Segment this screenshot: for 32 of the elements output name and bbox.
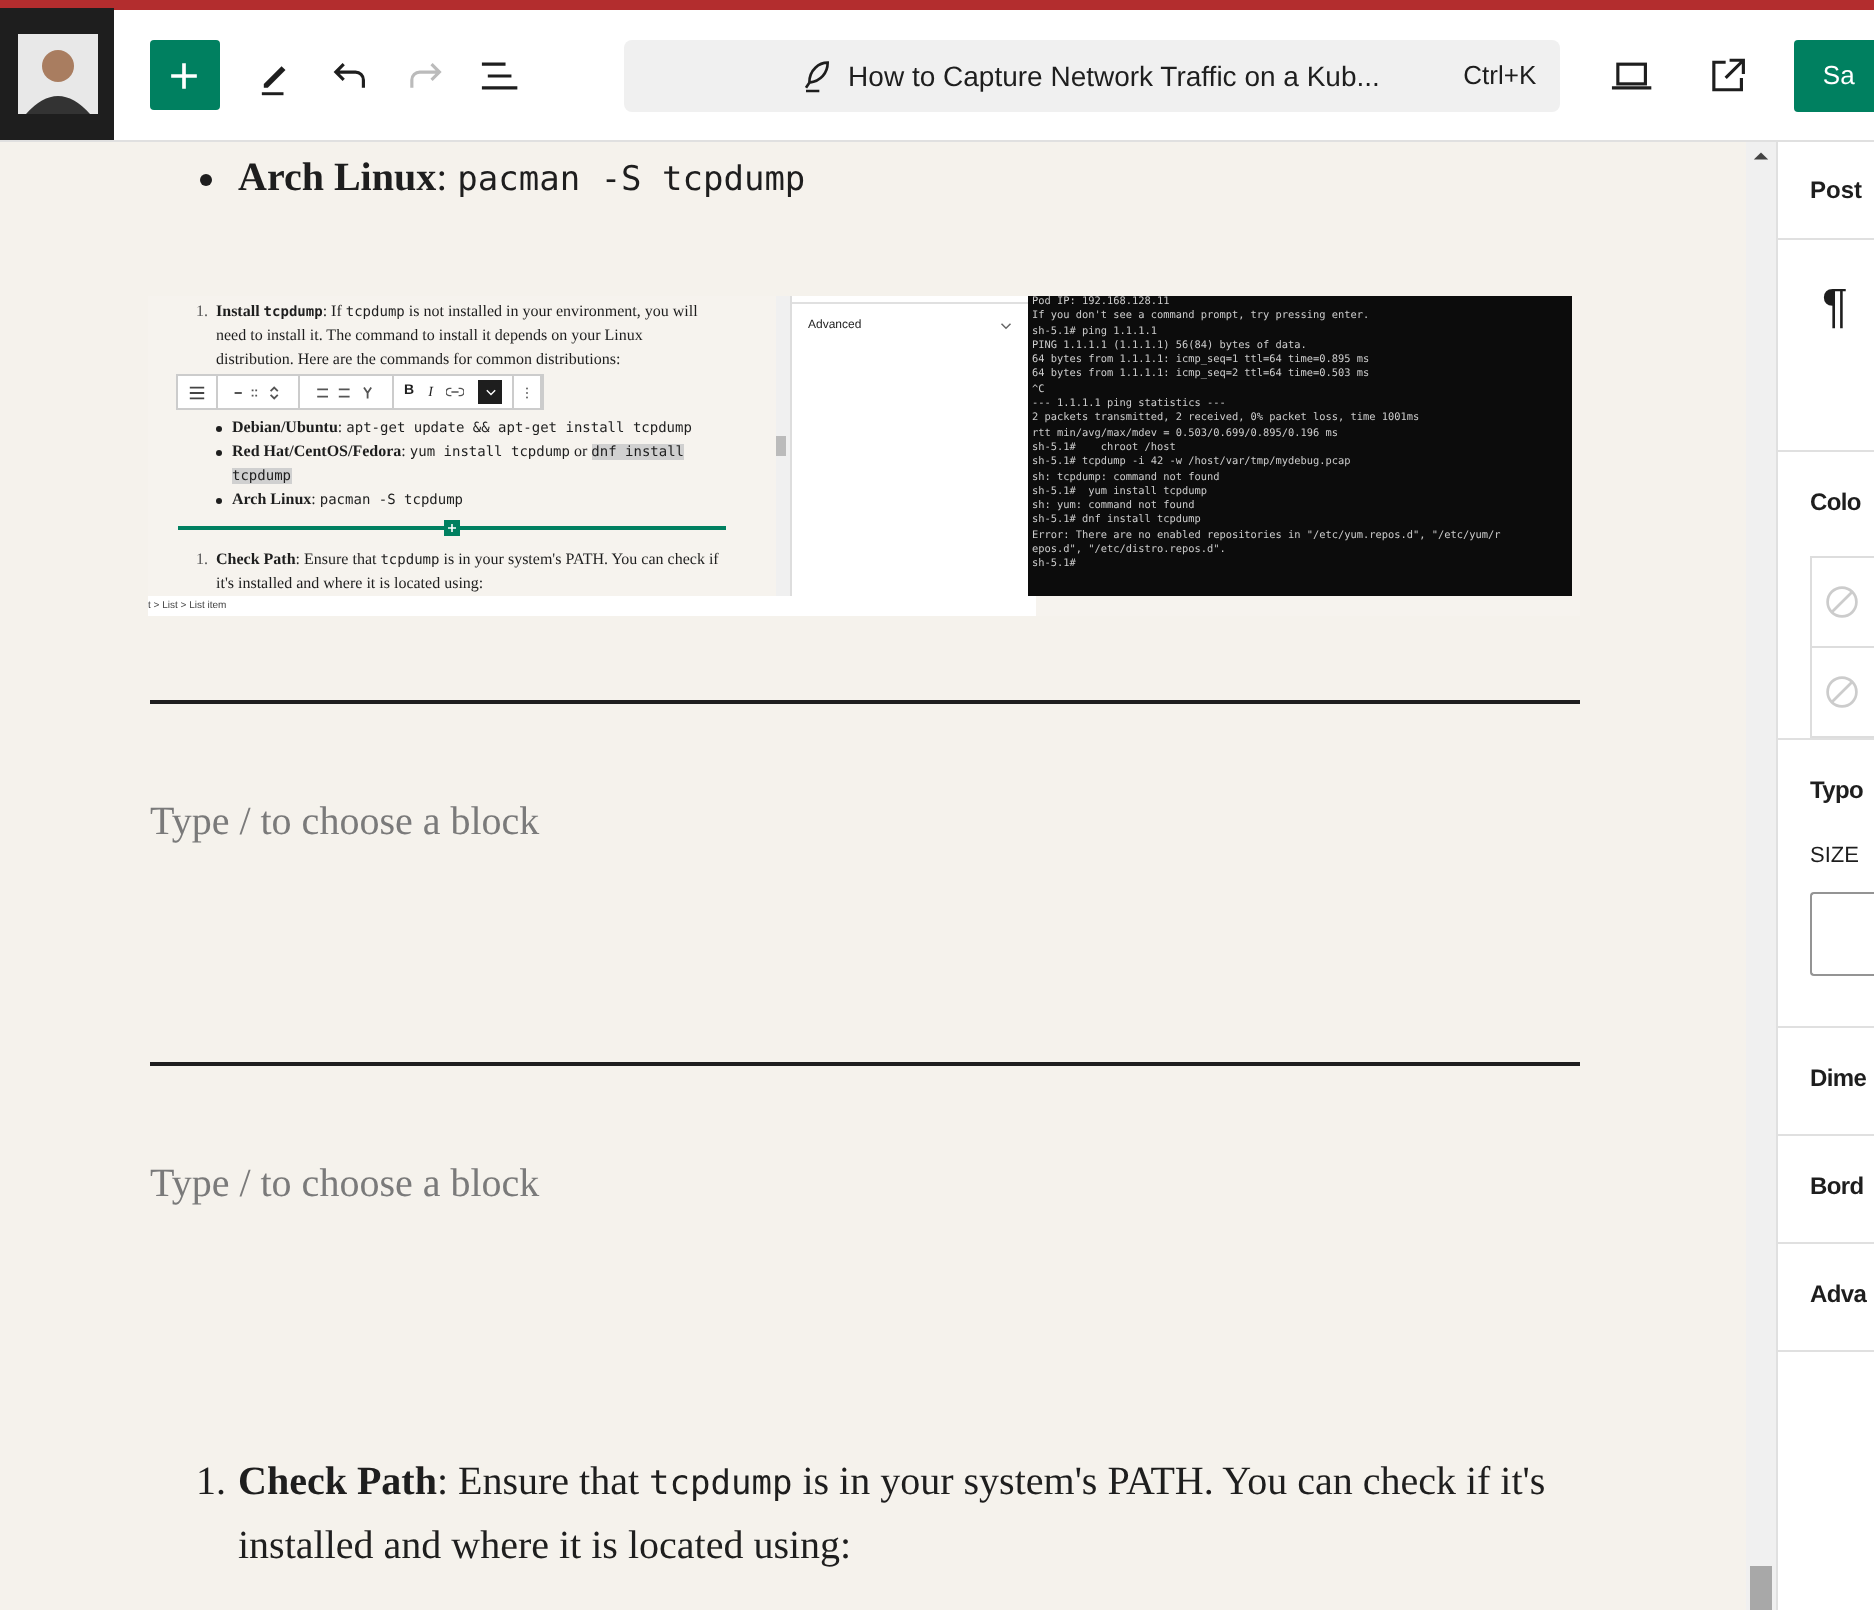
add-block-button[interactable]: [150, 40, 220, 110]
panel-section-title[interactable]: Bord: [1810, 1172, 1874, 1200]
size-label: SIZE: [1810, 844, 1861, 868]
link-icon[interactable]: [446, 386, 465, 398]
scrollbar-thumb[interactable]: [776, 436, 786, 456]
panel-section-title[interactable]: Adva: [1810, 1280, 1874, 1308]
document-title-bar[interactable]: How to Capture Network Traffic on a Kub... Ctrl+K: [624, 39, 1561, 111]
list-number: 1.: [196, 1458, 228, 1508]
chevron-icon: [1000, 322, 1012, 330]
no-color-icon: [1824, 584, 1860, 620]
save-button[interactable]: Sa: [1794, 39, 1874, 111]
inserter-button[interactable]: [444, 520, 460, 536]
list-item: Arch Linux: pacman -S tcpdump: [238, 154, 806, 204]
more-formats-button[interactable]: [478, 380, 503, 404]
scroll-up-arrow[interactable]: [1752, 150, 1770, 162]
chevron-down-icon: [483, 387, 498, 397]
scrollbar-thumb[interactable]: [1750, 1566, 1772, 1610]
no-color-icon: [1824, 674, 1860, 710]
shortcut-hint: Ctrl+K: [1463, 60, 1537, 90]
block-placeholder[interactable]: Type / to choose a block: [150, 798, 1746, 1062]
panel-section-title[interactable]: Dime: [1810, 1064, 1874, 1092]
paragraph-icon: ¶: [1822, 280, 1848, 334]
panel-section-title[interactable]: Colo: [1810, 488, 1874, 516]
font-size-field[interactable]: [1810, 892, 1874, 976]
block-placeholder[interactable]: Type / to choose a block: [150, 1160, 1746, 1424]
post-tab[interactable]: Post: [1810, 176, 1863, 204]
document-title: How to Capture Network Traffic on a Kub...: [848, 59, 1380, 91]
list-number: 1.: [196, 548, 210, 572]
panel-section-title[interactable]: Typo: [1810, 776, 1874, 804]
list-item: Check Path: Ensure that tcpdump is in your system's PATH. You can check if it's installed and where it is located using:: [238, 1458, 1548, 1572]
list-number: 1.: [196, 300, 210, 324]
avatar[interactable]: [0, 8, 115, 140]
